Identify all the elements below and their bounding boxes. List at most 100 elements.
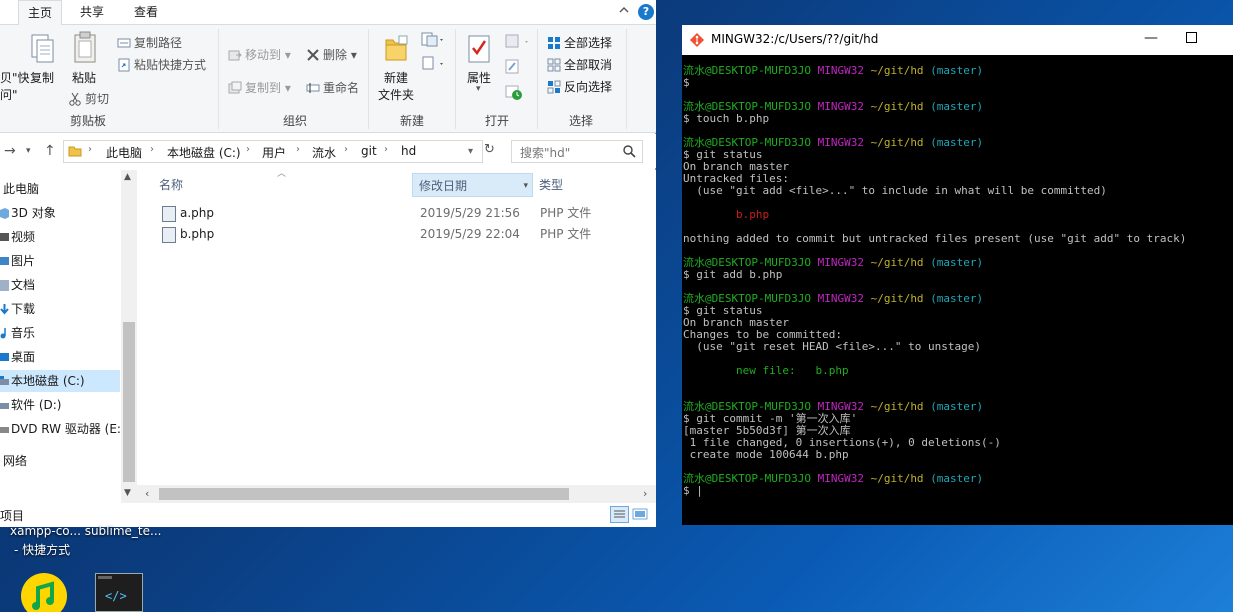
paste-shortcut-button[interactable]: 粘贴快捷方式 [117, 56, 206, 73]
rename-button[interactable]: 重命名 [306, 79, 359, 96]
nav-item-music[interactable]: 音乐 [0, 322, 120, 344]
select-none-button[interactable]: 全部取消 [547, 56, 612, 73]
breadcrumb-local-disk[interactable]: 本地磁盘 (C:) [167, 144, 241, 161]
column-header-type[interactable]: 类型 [539, 173, 639, 197]
nav-item-desktop[interactable]: 桌面 [0, 346, 120, 368]
forward-arrow-icon[interactable]: → [4, 143, 16, 159]
move-to-label: 移动到 [245, 48, 282, 62]
chevron-right-icon[interactable]: › [344, 144, 348, 155]
desktop-icon-sublabel[interactable]: - 快捷方式 [14, 541, 70, 558]
pin-quick-access-label-partial[interactable]: 贝"快 [0, 69, 30, 86]
code-editor-app-icon[interactable]: </> [95, 573, 143, 612]
history-icon[interactable] [505, 83, 523, 104]
prompt-env: MINGW32 [817, 100, 864, 113]
nav-item-network[interactable]: 网络 [0, 450, 120, 472]
breadcrumb-this-pc[interactable]: 此电脑 [106, 144, 142, 161]
terminal-output[interactable]: 流水@DESKTOP-MUFD3JO MINGW32 ~/git/hd (mas… [683, 65, 1233, 497]
up-arrow-icon[interactable]: ↑ [44, 143, 56, 159]
nav-item-label: 桌面 [11, 350, 36, 364]
file-row[interactable]: a.php 2019/5/29 21:56 PHP 文件 [159, 203, 619, 224]
scroll-left-icon[interactable]: ‹ [145, 487, 149, 500]
file-date: 2019/5/29 21:56 [420, 206, 520, 220]
drive-icon [0, 372, 9, 385]
search-icon[interactable] [623, 145, 636, 161]
pin-quick-access-label-partial-2[interactable]: 问" [0, 86, 18, 103]
tab-home[interactable]: 主页 [18, 0, 62, 26]
terminal-prompt-line: 流水@DESKTOP-MUFD3JO MINGW32 ~/git/hd (mas… [683, 293, 1233, 305]
copy-button[interactable]: 复制 [30, 69, 54, 86]
breadcrumb-users[interactable]: 用户 [262, 144, 286, 161]
column-header-date-label: 修改日期 [419, 179, 468, 193]
cut-button[interactable]: 剪切 [68, 90, 109, 107]
column-header-name[interactable]: 名称 [159, 173, 411, 197]
refresh-icon[interactable]: ↻ [484, 142, 502, 161]
help-icon[interactable]: ? [638, 4, 654, 20]
terminal-output-line: b.php [683, 209, 1233, 221]
scroll-down-icon[interactable]: ▼ [124, 488, 131, 498]
invert-selection-button[interactable]: 反向选择 [547, 78, 612, 95]
breadcrumb-hd[interactable]: hd [401, 144, 416, 158]
nav-pane-scrollbar[interactable]: ▲ ▼ [121, 170, 137, 503]
nav-item-dvd-e[interactable]: DVD RW 驱动器 (E:) [0, 418, 126, 440]
move-to-button[interactable]: 移动到 ▾ [228, 46, 291, 63]
scrollbar-thumb[interactable] [123, 322, 135, 482]
open-icon[interactable] [505, 33, 531, 52]
recent-locations-icon[interactable]: ▾ [26, 146, 31, 156]
chevron-right-icon[interactable]: › [296, 144, 300, 155]
select-all-button[interactable]: 全部选择 [547, 34, 612, 51]
new-item-icon[interactable] [421, 31, 445, 52]
scrollbar-thumb[interactable] [159, 488, 569, 500]
large-icons-view-icon[interactable] [632, 507, 648, 522]
paste-icon [72, 31, 98, 68]
tab-share[interactable]: 共享 [70, 0, 114, 25]
nav-item-3d-objects[interactable]: 3D 对象 [0, 202, 120, 224]
new-folder-label-2[interactable]: 文件夹 [378, 86, 414, 103]
pictures-icon [0, 252, 9, 265]
new-folder-label-1[interactable]: 新建 [384, 69, 408, 86]
file-row[interactable]: b.php 2019/5/29 22:04 PHP 文件 [159, 224, 619, 245]
chevron-down-icon[interactable]: ▾ [468, 146, 473, 157]
terminal-line-text: (use "git add <file>..." to include in w… [683, 184, 1107, 197]
details-view-icon[interactable] [610, 506, 629, 523]
easy-access-icon[interactable] [421, 55, 445, 76]
breadcrumb-git[interactable]: git [361, 144, 377, 158]
chevron-right-icon[interactable]: › [246, 144, 250, 155]
minimize-icon[interactable]: — [1144, 30, 1158, 46]
nav-item-this-pc[interactable]: 此电脑 [0, 178, 120, 200]
nav-item-videos[interactable]: 视频 [0, 226, 120, 248]
copy-to-button[interactable]: 复制到 ▾ [228, 79, 291, 96]
desktop-icon-labels[interactable]: xampp-co... sublime_te... [10, 524, 161, 538]
terminal-line-text: new file: b.php [683, 364, 849, 377]
properties-dropdown-icon[interactable]: ▾ [476, 84, 481, 94]
column-header-date[interactable]: 修改日期 ▾ [412, 173, 533, 197]
chevron-right-icon[interactable]: › [150, 144, 154, 155]
php-file-icon [162, 227, 176, 243]
chevron-down-icon[interactable]: ▾ [523, 174, 528, 198]
copy-path-button[interactable]: 复制路径 [117, 34, 182, 51]
tab-view[interactable]: 查看 [124, 0, 168, 25]
horizontal-scrollbar[interactable]: ‹ › [137, 485, 656, 503]
terminal-line-text: nothing added to commit but untracked fi… [683, 232, 1187, 245]
address-box[interactable]: › 此电脑 › 本地磁盘 (C:) › 用户 › 流水 › git › hd ▾ [63, 140, 483, 163]
nav-item-software-d[interactable]: 软件 (D:) [0, 394, 120, 416]
nav-item-local-disk-c[interactable]: 本地磁盘 (C:) [0, 370, 120, 392]
chevron-right-icon[interactable]: › [384, 144, 388, 155]
breadcrumb-liushui[interactable]: 流水 [312, 144, 336, 161]
drive-icon [0, 396, 9, 409]
maximize-icon[interactable] [1186, 32, 1197, 43]
nav-item-documents[interactable]: 文档 [0, 274, 120, 296]
scroll-up-icon[interactable]: ▲ [124, 172, 131, 182]
collapse-ribbon-icon[interactable] [616, 4, 632, 20]
file-type: PHP 文件 [540, 227, 592, 241]
music-app-icon[interactable] [20, 570, 68, 612]
scroll-right-icon[interactable]: › [643, 487, 647, 500]
terminal-line-text: create mode 100644 b.php [683, 448, 849, 461]
edit-icon[interactable] [505, 59, 521, 78]
delete-button[interactable]: 删除 ▾ [306, 46, 357, 63]
nav-item-pictures[interactable]: 图片 [0, 250, 120, 272]
nav-item-downloads[interactable]: 下载 [0, 298, 120, 320]
chevron-right-icon[interactable]: › [88, 144, 92, 155]
paste-button[interactable]: 粘贴 [72, 69, 96, 86]
search-input[interactable]: 搜索"hd" [511, 140, 643, 163]
